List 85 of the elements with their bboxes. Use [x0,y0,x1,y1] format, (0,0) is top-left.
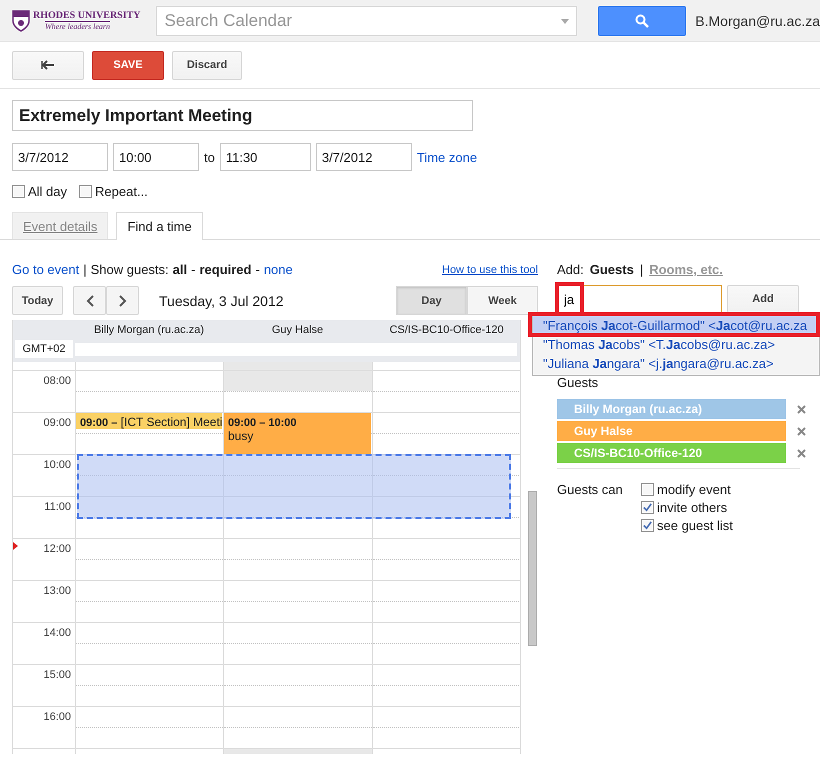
hour-label: 09:00 [43,417,71,430]
hour-label: 08:00 [43,375,71,388]
show-guests-option[interactable]: required [199,262,252,277]
dash: - [191,262,196,277]
view-toggle[interactable]: Day [396,286,467,315]
to-label: to [204,150,215,164]
dash: - [255,262,260,277]
checkbox-label: see guest list [657,518,733,533]
event-time: 09:00 – [80,417,118,430]
hour-label: 11:00 [44,501,71,514]
remove-icon[interactable] [797,404,806,414]
calendar-event[interactable]: 09:00 – [ICT Section] Meeti [76,413,222,430]
hour-label: 12:00 [43,543,71,556]
save-button[interactable]: SAVE [92,50,164,80]
add-label: Add: [557,262,584,277]
guest-chip: CS/IS-BC10-Office-120 [557,443,786,463]
column-heading: CS/IS-BC10-Office-120 [388,324,505,336]
search-field[interactable]: Search Calendar [156,6,577,36]
remove-icon[interactable] [797,426,806,436]
selected-time-range[interactable] [77,454,511,520]
checkbox[interactable] [12,185,25,198]
chevron-left-icon [86,294,94,306]
show-guests-option[interactable]: none [264,262,293,277]
go-to-event-link[interactable]: Go to event [12,262,80,277]
check-icon [642,502,653,513]
calendar-event[interactable]: 09:00 – 10:00 busy [224,413,371,454]
check-icon [642,520,653,531]
time-zone-link[interactable]: Time zone [416,150,478,164]
column-heading: Guy Halse [270,324,324,336]
next-button[interactable] [106,286,139,315]
checkbox-label: modify event [657,482,731,497]
separator: | [83,262,87,277]
discard-button[interactable]: Discard [172,50,242,80]
hour-label: 10:00 [43,459,71,472]
column-heading: Billy Morgan (ru.ac.za) [92,324,206,336]
chevron-right-icon [118,294,126,306]
hour-label: 14:00 [43,627,71,640]
start-date-field[interactable]: 3/7/2012 [12,143,108,171]
event-title-field[interactable]: Extremely Important Meeting [12,100,473,131]
help-link[interactable]: How to use this tool [442,264,538,276]
suggestion-item[interactable]: "Juliana Jangara" <j.jangara@ru.ac.za> [533,354,819,373]
suggestion-item[interactable]: "Thomas Jacobs" <T.Jacobs@ru.ac.za> [533,335,819,354]
event-title: [ICT Section] Meeti [120,415,222,430]
hour-label: 16:00 [43,711,71,724]
hour-label: 13:00 [43,585,71,598]
checkbox[interactable] [641,519,654,532]
view-toggle[interactable]: Week [467,286,538,315]
guest-chip: Billy Morgan (ru.ac.za) [557,399,786,419]
current-time-marker [13,542,18,550]
guest-chip: Guy Halse [557,421,786,441]
remove-icon[interactable] [797,448,806,458]
checkbox[interactable] [641,501,654,514]
add-mode-link[interactable]: Guests [590,262,634,277]
search-icon [634,14,649,28]
show-guests-option[interactable]: all [172,262,188,277]
checkbox-label: invite others [657,500,728,515]
dropdown-caret-icon[interactable] [560,18,569,24]
start-time-field[interactable]: 10:00 [113,143,199,171]
checkbox-label: All day [28,184,68,199]
add-button[interactable]: Add [727,285,799,313]
checkbox-label: Repeat... [95,184,148,199]
search-button[interactable] [598,6,686,36]
user-email[interactable]: B.Morgan@ru.ac.za [695,12,820,28]
crest-icon [12,10,30,32]
event-title: busy [228,429,254,444]
tab[interactable]: Find a time [116,212,203,240]
logo-name: RHODES UNIVERSITY [33,10,141,21]
show-guests-label: Show guests: [90,262,169,277]
previous-button[interactable] [73,286,106,315]
current-date: Tuesday, 3 Jul 2012 [159,292,284,308]
event-time: 09:00 – 10:00 [228,417,296,430]
today-button[interactable]: Today [12,286,63,315]
hour-label: 15:00 [43,669,71,682]
scrollbar-thumb[interactable] [528,491,537,646]
back-button[interactable] [12,50,84,80]
back-arrow-icon [41,60,55,70]
guests-heading: Guests [557,375,600,390]
logo-tagline: Where leaders learn [45,21,110,31]
end-time-field[interactable]: 11:30 [220,143,311,171]
guests-can-label: Guests can [557,482,624,499]
checkbox[interactable] [79,185,92,198]
end-date-field[interactable]: 3/7/2012 [316,143,412,171]
separator: | [640,262,644,277]
timezone-label: GMT+02 [15,340,73,358]
checkbox[interactable] [641,483,654,496]
